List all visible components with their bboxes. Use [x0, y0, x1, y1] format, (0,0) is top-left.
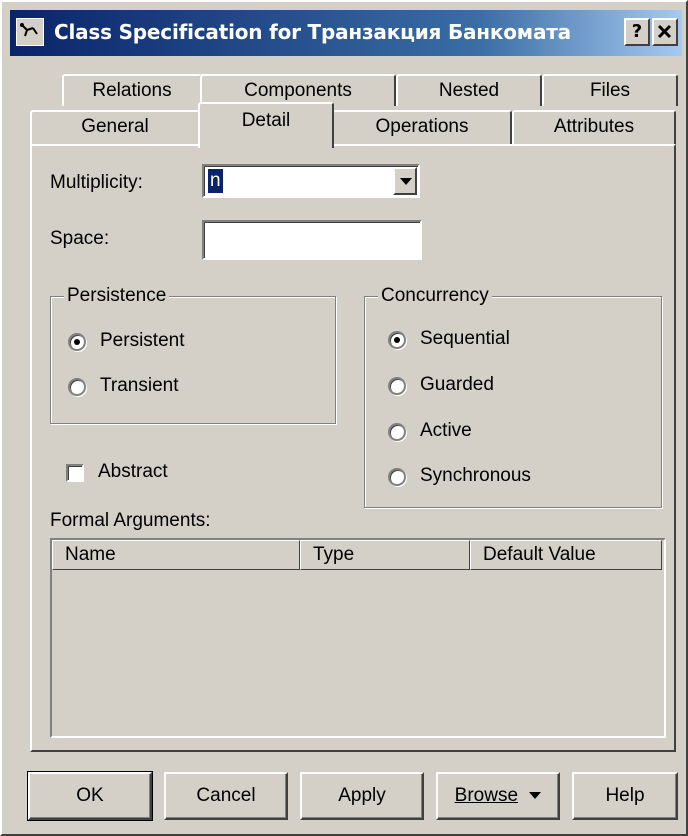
multiplicity-dropdown-button[interactable]	[393, 167, 417, 195]
cancel-button[interactable]: Cancel	[164, 772, 288, 820]
multiplicity-value: n	[208, 169, 223, 193]
formal-arguments-label: Formal Arguments:	[50, 510, 211, 531]
dialog-window: Class Specification for Транзакция Банко…	[0, 0, 688, 836]
tab-operations[interactable]: Operations	[332, 110, 512, 144]
abstract-label[interactable]: Abstract	[98, 461, 168, 483]
synchronous-label[interactable]: Synchronous	[420, 465, 531, 487]
synchronous-radio[interactable]	[388, 468, 406, 486]
space-input[interactable]	[202, 220, 422, 260]
sequential-label[interactable]: Sequential	[420, 328, 510, 350]
abstract-checkbox[interactable]	[66, 464, 84, 482]
title-bar[interactable]: Class Specification for Транзакция Банко…	[10, 10, 682, 56]
window-title: Class Specification for Транзакция Банко…	[54, 20, 571, 44]
transient-label[interactable]: Transient	[100, 375, 179, 397]
concurrency-title: Concurrency	[378, 285, 492, 307]
app-icon	[16, 18, 44, 46]
column-header-default-value[interactable]: Default Value	[470, 540, 662, 570]
active-radio[interactable]	[388, 423, 406, 441]
active-label[interactable]: Active	[420, 420, 472, 442]
transient-radio[interactable]	[68, 378, 86, 396]
persistence-title: Persistence	[64, 285, 170, 307]
multiplicity-label: Multiplicity:	[50, 172, 143, 193]
space-label: Space:	[50, 228, 110, 249]
formal-arguments-list[interactable]: Name Type Default Value	[50, 538, 666, 738]
chevron-down-icon	[529, 792, 542, 800]
browse-button[interactable]: Browse	[436, 772, 560, 820]
guarded-label[interactable]: Guarded	[420, 374, 494, 396]
persistent-radio[interactable]	[68, 333, 86, 351]
tab-relations[interactable]: Relations	[62, 74, 202, 106]
help-button[interactable]: Help	[572, 772, 678, 820]
help-title-button[interactable]: ?	[624, 18, 650, 46]
tab-files[interactable]: Files	[542, 74, 678, 106]
chevron-down-icon	[400, 178, 412, 185]
sequential-radio[interactable]	[388, 331, 406, 349]
tab-attributes[interactable]: Attributes	[512, 110, 676, 144]
apply-button[interactable]: Apply	[300, 772, 424, 820]
column-header-type[interactable]: Type	[300, 540, 470, 570]
persistent-label[interactable]: Persistent	[100, 330, 184, 352]
ok-button[interactable]: OK	[27, 771, 153, 821]
tab-general[interactable]: General	[30, 110, 200, 144]
tab-detail[interactable]: Detail	[198, 102, 334, 148]
close-icon	[657, 24, 672, 39]
persistence-group	[50, 296, 336, 424]
multiplicity-combobox[interactable]: n	[202, 164, 420, 198]
close-button[interactable]	[652, 18, 678, 46]
column-header-name[interactable]: Name	[52, 540, 300, 570]
tab-nested[interactable]: Nested	[396, 74, 542, 106]
guarded-radio[interactable]	[388, 377, 406, 395]
browse-label: Browse	[454, 785, 519, 806]
